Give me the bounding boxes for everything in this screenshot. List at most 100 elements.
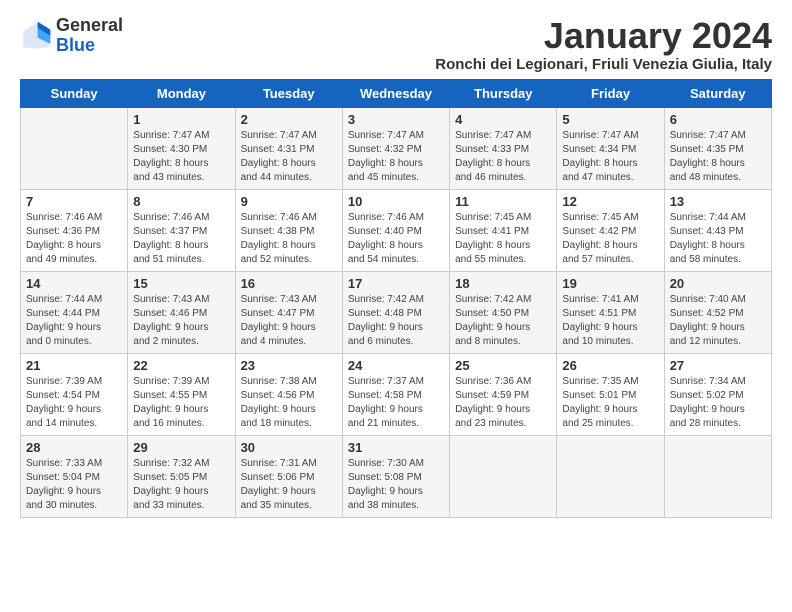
header-thursday: Thursday bbox=[450, 79, 557, 107]
calendar-cell: 5 Sunrise: 7:47 AM Sunset: 4:34 PM Daylig… bbox=[557, 107, 664, 189]
calendar-cell: 30Sunrise: 7:31 AM Sunset: 5:06 PM Dayli… bbox=[235, 435, 342, 517]
week-row-4: 21 Sunrise: 7:39 AM Sunset: 4:54 PM Dayli… bbox=[21, 353, 772, 435]
week-row-3: 14 Sunrise: 7:44 AM Sunset: 4:44 PM Dayli… bbox=[21, 271, 772, 353]
calendar-cell: 31 Sunrise: 7:30 AM Sunset: 5:08 PM Dayli… bbox=[342, 435, 449, 517]
day-number: 29 bbox=[133, 440, 229, 455]
calendar-cell: 2 Sunrise: 7:47 AM Sunset: 4:31 PM Daylig… bbox=[235, 107, 342, 189]
calendar-cell: 4Sunrise: 7:47 AM Sunset: 4:33 PM Daylig… bbox=[450, 107, 557, 189]
day-number: 4 bbox=[455, 112, 551, 127]
calendar-cell: 13 Sunrise: 7:44 AM Sunset: 4:43 PM Dayli… bbox=[664, 189, 771, 271]
day-number: 16 bbox=[241, 276, 337, 291]
title-block: January 2024 Ronchi dei Legionari, Friul… bbox=[435, 16, 772, 73]
day-number: 19 bbox=[562, 276, 658, 291]
calendar-cell bbox=[21, 107, 128, 189]
header-wednesday: Wednesday bbox=[342, 79, 449, 107]
day-number: 14 bbox=[26, 276, 122, 291]
day-content: Sunrise: 7:44 AM Sunset: 4:43 PM Dayligh… bbox=[670, 211, 766, 267]
logo-general: General bbox=[56, 16, 123, 36]
day-number: 13 bbox=[670, 194, 766, 209]
day-content: Sunrise: 7:32 AM Sunset: 5:05 PM Dayligh… bbox=[133, 457, 229, 513]
calendar-cell bbox=[664, 435, 771, 517]
calendar-cell: 15 Sunrise: 7:43 AM Sunset: 4:46 PM Dayli… bbox=[128, 271, 235, 353]
day-number: 24 bbox=[348, 358, 444, 373]
day-number: 2 bbox=[241, 112, 337, 127]
calendar-cell: 24 Sunrise: 7:37 AM Sunset: 4:58 PM Dayli… bbox=[342, 353, 449, 435]
day-number: 18 bbox=[455, 276, 551, 291]
calendar-cell: 14 Sunrise: 7:44 AM Sunset: 4:44 PM Dayli… bbox=[21, 271, 128, 353]
day-content: Sunrise: 7:47 AM Sunset: 4:34 PM Dayligh… bbox=[562, 129, 658, 185]
day-content: Sunrise: 7:33 AM Sunset: 5:04 PM Dayligh… bbox=[26, 457, 122, 513]
day-content: Sunrise: 7:39 AM Sunset: 4:54 PM Dayligh… bbox=[26, 375, 122, 431]
calendar-cell bbox=[450, 435, 557, 517]
day-content: Sunrise: 7:39 AM Sunset: 4:55 PM Dayligh… bbox=[133, 375, 229, 431]
day-number: 6 bbox=[670, 112, 766, 127]
header-saturday: Saturday bbox=[664, 79, 771, 107]
calendar-table: SundayMondayTuesdayWednesdayThursdayFrid… bbox=[20, 79, 772, 518]
day-content: Sunrise: 7:45 AM Sunset: 4:42 PM Dayligh… bbox=[562, 211, 658, 267]
day-content: Sunrise: 7:36 AM Sunset: 4:59 PM Dayligh… bbox=[455, 375, 551, 431]
day-number: 31 bbox=[348, 440, 444, 455]
day-number: 27 bbox=[670, 358, 766, 373]
day-number: 11 bbox=[455, 194, 551, 209]
header-monday: Monday bbox=[128, 79, 235, 107]
calendar-cell: 28Sunrise: 7:33 AM Sunset: 5:04 PM Dayli… bbox=[21, 435, 128, 517]
calendar-cell: 26Sunrise: 7:35 AM Sunset: 5:01 PM Dayli… bbox=[557, 353, 664, 435]
header-friday: Friday bbox=[557, 79, 664, 107]
calendar-cell: 11Sunrise: 7:45 AM Sunset: 4:41 PM Dayli… bbox=[450, 189, 557, 271]
day-content: Sunrise: 7:42 AM Sunset: 4:48 PM Dayligh… bbox=[348, 293, 444, 349]
calendar-cell: 19Sunrise: 7:41 AM Sunset: 4:51 PM Dayli… bbox=[557, 271, 664, 353]
day-content: Sunrise: 7:42 AM Sunset: 4:50 PM Dayligh… bbox=[455, 293, 551, 349]
calendar-cell: 22 Sunrise: 7:39 AM Sunset: 4:55 PM Dayli… bbox=[128, 353, 235, 435]
calendar-cell: 23 Sunrise: 7:38 AM Sunset: 4:56 PM Dayli… bbox=[235, 353, 342, 435]
calendar-cell: 6 Sunrise: 7:47 AM Sunset: 4:35 PM Daylig… bbox=[664, 107, 771, 189]
day-number: 7 bbox=[26, 194, 122, 209]
day-content: Sunrise: 7:43 AM Sunset: 4:46 PM Dayligh… bbox=[133, 293, 229, 349]
day-content: Sunrise: 7:34 AM Sunset: 5:02 PM Dayligh… bbox=[670, 375, 766, 431]
day-number: 15 bbox=[133, 276, 229, 291]
day-number: 25 bbox=[455, 358, 551, 373]
day-number: 30 bbox=[241, 440, 337, 455]
day-number: 3 bbox=[348, 112, 444, 127]
day-number: 10 bbox=[348, 194, 444, 209]
day-content: Sunrise: 7:47 AM Sunset: 4:32 PM Dayligh… bbox=[348, 129, 444, 185]
day-content: Sunrise: 7:47 AM Sunset: 4:30 PM Dayligh… bbox=[133, 129, 229, 185]
day-number: 23 bbox=[241, 358, 337, 373]
day-content: Sunrise: 7:38 AM Sunset: 4:56 PM Dayligh… bbox=[241, 375, 337, 431]
day-content: Sunrise: 7:47 AM Sunset: 4:31 PM Dayligh… bbox=[241, 129, 337, 185]
logo: General Blue bbox=[20, 16, 123, 56]
week-row-2: 7Sunrise: 7:46 AM Sunset: 4:36 PM Daylig… bbox=[21, 189, 772, 271]
calendar-header-row: SundayMondayTuesdayWednesdayThursdayFrid… bbox=[21, 79, 772, 107]
calendar-cell: 18 Sunrise: 7:42 AM Sunset: 4:50 PM Dayli… bbox=[450, 271, 557, 353]
day-content: Sunrise: 7:46 AM Sunset: 4:37 PM Dayligh… bbox=[133, 211, 229, 267]
day-content: Sunrise: 7:46 AM Sunset: 4:40 PM Dayligh… bbox=[348, 211, 444, 267]
calendar-cell: 17 Sunrise: 7:42 AM Sunset: 4:48 PM Dayli… bbox=[342, 271, 449, 353]
logo-icon bbox=[20, 20, 52, 52]
header-sunday: Sunday bbox=[21, 79, 128, 107]
calendar-cell: 10 Sunrise: 7:46 AM Sunset: 4:40 PM Dayli… bbox=[342, 189, 449, 271]
calendar-cell: 3 Sunrise: 7:47 AM Sunset: 4:32 PM Daylig… bbox=[342, 107, 449, 189]
page-header: General Blue January 2024 Ronchi dei Leg… bbox=[20, 16, 772, 73]
day-number: 9 bbox=[241, 194, 337, 209]
day-content: Sunrise: 7:37 AM Sunset: 4:58 PM Dayligh… bbox=[348, 375, 444, 431]
week-row-1: 1 Sunrise: 7:47 AM Sunset: 4:30 PM Daylig… bbox=[21, 107, 772, 189]
calendar-cell: 8 Sunrise: 7:46 AM Sunset: 4:37 PM Daylig… bbox=[128, 189, 235, 271]
day-content: Sunrise: 7:47 AM Sunset: 4:35 PM Dayligh… bbox=[670, 129, 766, 185]
day-number: 8 bbox=[133, 194, 229, 209]
day-number: 17 bbox=[348, 276, 444, 291]
logo-text: General Blue bbox=[56, 16, 123, 56]
calendar-cell: 16 Sunrise: 7:43 AM Sunset: 4:47 PM Dayli… bbox=[235, 271, 342, 353]
calendar-cell: 29 Sunrise: 7:32 AM Sunset: 5:05 PM Dayli… bbox=[128, 435, 235, 517]
day-number: 21 bbox=[26, 358, 122, 373]
day-content: Sunrise: 7:35 AM Sunset: 5:01 PM Dayligh… bbox=[562, 375, 658, 431]
day-number: 5 bbox=[562, 112, 658, 127]
calendar-cell: 12Sunrise: 7:45 AM Sunset: 4:42 PM Dayli… bbox=[557, 189, 664, 271]
calendar-cell: 1 Sunrise: 7:47 AM Sunset: 4:30 PM Daylig… bbox=[128, 107, 235, 189]
day-number: 22 bbox=[133, 358, 229, 373]
week-row-5: 28Sunrise: 7:33 AM Sunset: 5:04 PM Dayli… bbox=[21, 435, 772, 517]
calendar-cell: 25 Sunrise: 7:36 AM Sunset: 4:59 PM Dayli… bbox=[450, 353, 557, 435]
day-content: Sunrise: 7:43 AM Sunset: 4:47 PM Dayligh… bbox=[241, 293, 337, 349]
day-number: 1 bbox=[133, 112, 229, 127]
day-content: Sunrise: 7:30 AM Sunset: 5:08 PM Dayligh… bbox=[348, 457, 444, 513]
day-content: Sunrise: 7:44 AM Sunset: 4:44 PM Dayligh… bbox=[26, 293, 122, 349]
calendar-cell: 20Sunrise: 7:40 AM Sunset: 4:52 PM Dayli… bbox=[664, 271, 771, 353]
